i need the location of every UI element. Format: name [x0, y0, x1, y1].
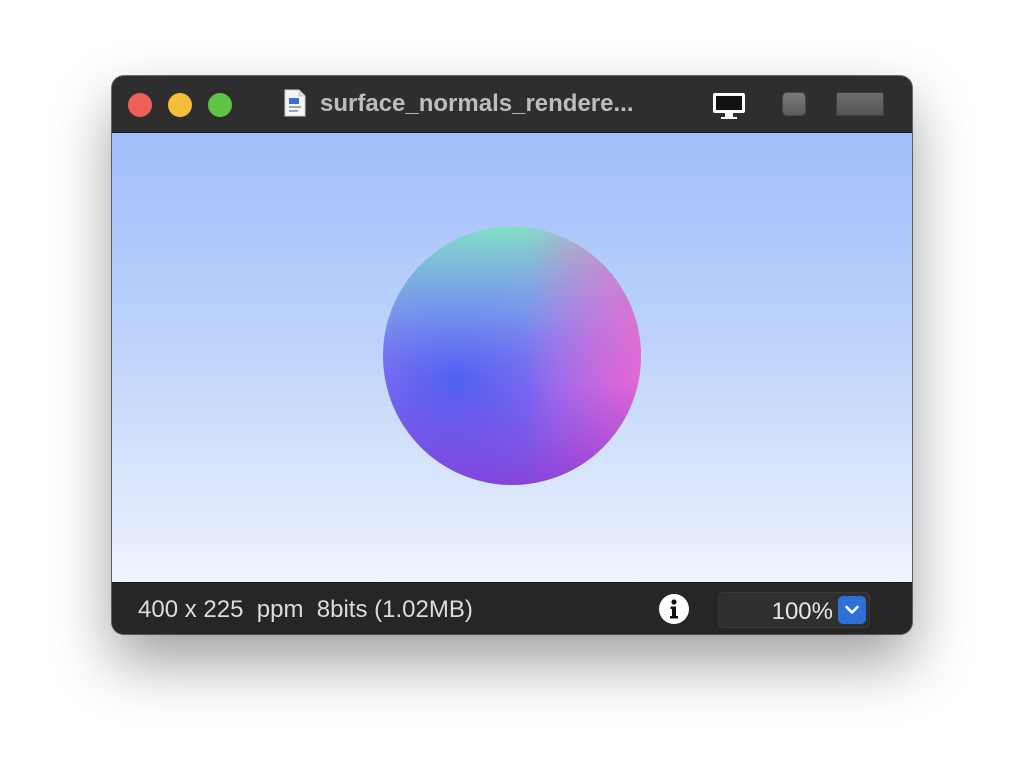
square-button[interactable]: [782, 92, 806, 116]
zoom-button[interactable]: [208, 93, 232, 117]
info-icon[interactable]: [658, 593, 690, 625]
image-viewer-window: surface_normals_rendere... 400 x 225 ppm…: [112, 76, 912, 634]
document-icon: [284, 89, 306, 117]
wide-button[interactable]: [836, 92, 884, 116]
chevron-down-icon: [845, 605, 859, 614]
rendered-image: [383, 227, 641, 485]
zoom-dropdown-button[interactable]: [838, 596, 866, 624]
status-bar: 400 x 225 ppm 8bits (1.02MB) 100%: [112, 582, 912, 634]
image-info-text: 400 x 225 ppm 8bits (1.02MB): [138, 596, 473, 623]
window-title: surface_normals_rendere...: [320, 90, 634, 117]
title-bar[interactable]: surface_normals_rendere...: [112, 76, 912, 133]
minimize-button[interactable]: [168, 93, 192, 117]
zoom-value: 100%: [771, 598, 833, 625]
close-button[interactable]: [128, 93, 152, 117]
image-canvas[interactable]: [112, 133, 912, 582]
monitor-icon[interactable]: [712, 91, 746, 121]
zoom-select[interactable]: 100%: [718, 592, 870, 628]
